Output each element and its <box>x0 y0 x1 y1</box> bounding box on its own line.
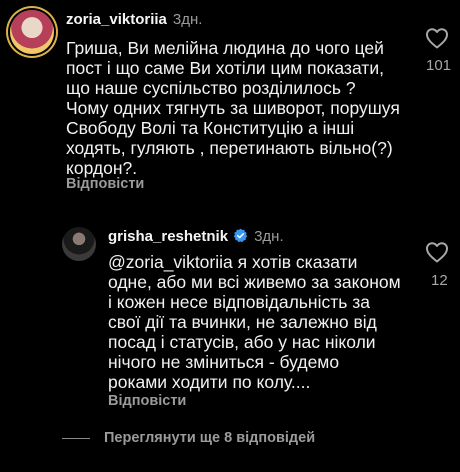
comment-line: одне, або ми всі живемо за законом <box>108 272 401 292</box>
comment-line: що наше суспільство розділилось ? <box>66 78 356 98</box>
comment-line: пост і що саме Ви хотіли цим показати, <box>66 58 384 78</box>
reply-button[interactable]: Відповісти <box>108 393 186 409</box>
username[interactable]: zoria_viktoriia <box>66 11 167 28</box>
avatar[interactable] <box>62 227 96 261</box>
comment-line: Свободу Волі та Конституцію а інші <box>66 118 355 138</box>
comment-line: і кожен несе відповідальність за <box>108 292 370 312</box>
comment-header: grisha_reshetnik 3дн. <box>108 228 284 245</box>
comment-line: @zoria_viktoriia я хотів сказати <box>108 252 358 272</box>
comment-line: нічого не зміниться - будемо <box>108 352 340 372</box>
comment-line: Гриша, Ви мелійна людина до чого цей <box>66 38 384 58</box>
verified-badge-icon <box>233 228 248 243</box>
view-more-replies-button[interactable]: Переглянути ще 8 відповідей <box>104 430 315 446</box>
timestamp: 3дн. <box>172 11 203 28</box>
comment-line: свої дії та вчинки, не залежно від <box>108 312 377 332</box>
comment-header: zoria_viktoriia 3дн. <box>66 11 202 28</box>
like-count: 101 <box>426 57 452 74</box>
comment-text: Гриша, Ви мелійна людина до чого цей пос… <box>66 38 400 178</box>
like-count: 12 <box>431 272 448 289</box>
comment-line: Чому одних тягнуть за шиворот, порушуя <box>66 98 400 118</box>
divider <box>62 438 90 439</box>
comment-line: посад і статусів, або у нас ніколи <box>108 332 376 352</box>
comment-line: кордон?. <box>66 158 138 178</box>
avatar[interactable] <box>10 10 54 54</box>
comment-text: @zoria_viktoriia я хотів сказати одне, а… <box>108 252 401 392</box>
comment-line: роками ходити по колу.... <box>108 372 311 392</box>
reply-button[interactable]: Відповісти <box>66 176 144 192</box>
timestamp: 3дн. <box>254 228 284 245</box>
comment-line: ходять, гуляють , перетинають вільно(?) <box>66 138 393 158</box>
heart-icon[interactable] <box>425 27 449 49</box>
heart-icon[interactable] <box>425 241 449 263</box>
username[interactable]: grisha_reshetnik <box>108 228 228 245</box>
